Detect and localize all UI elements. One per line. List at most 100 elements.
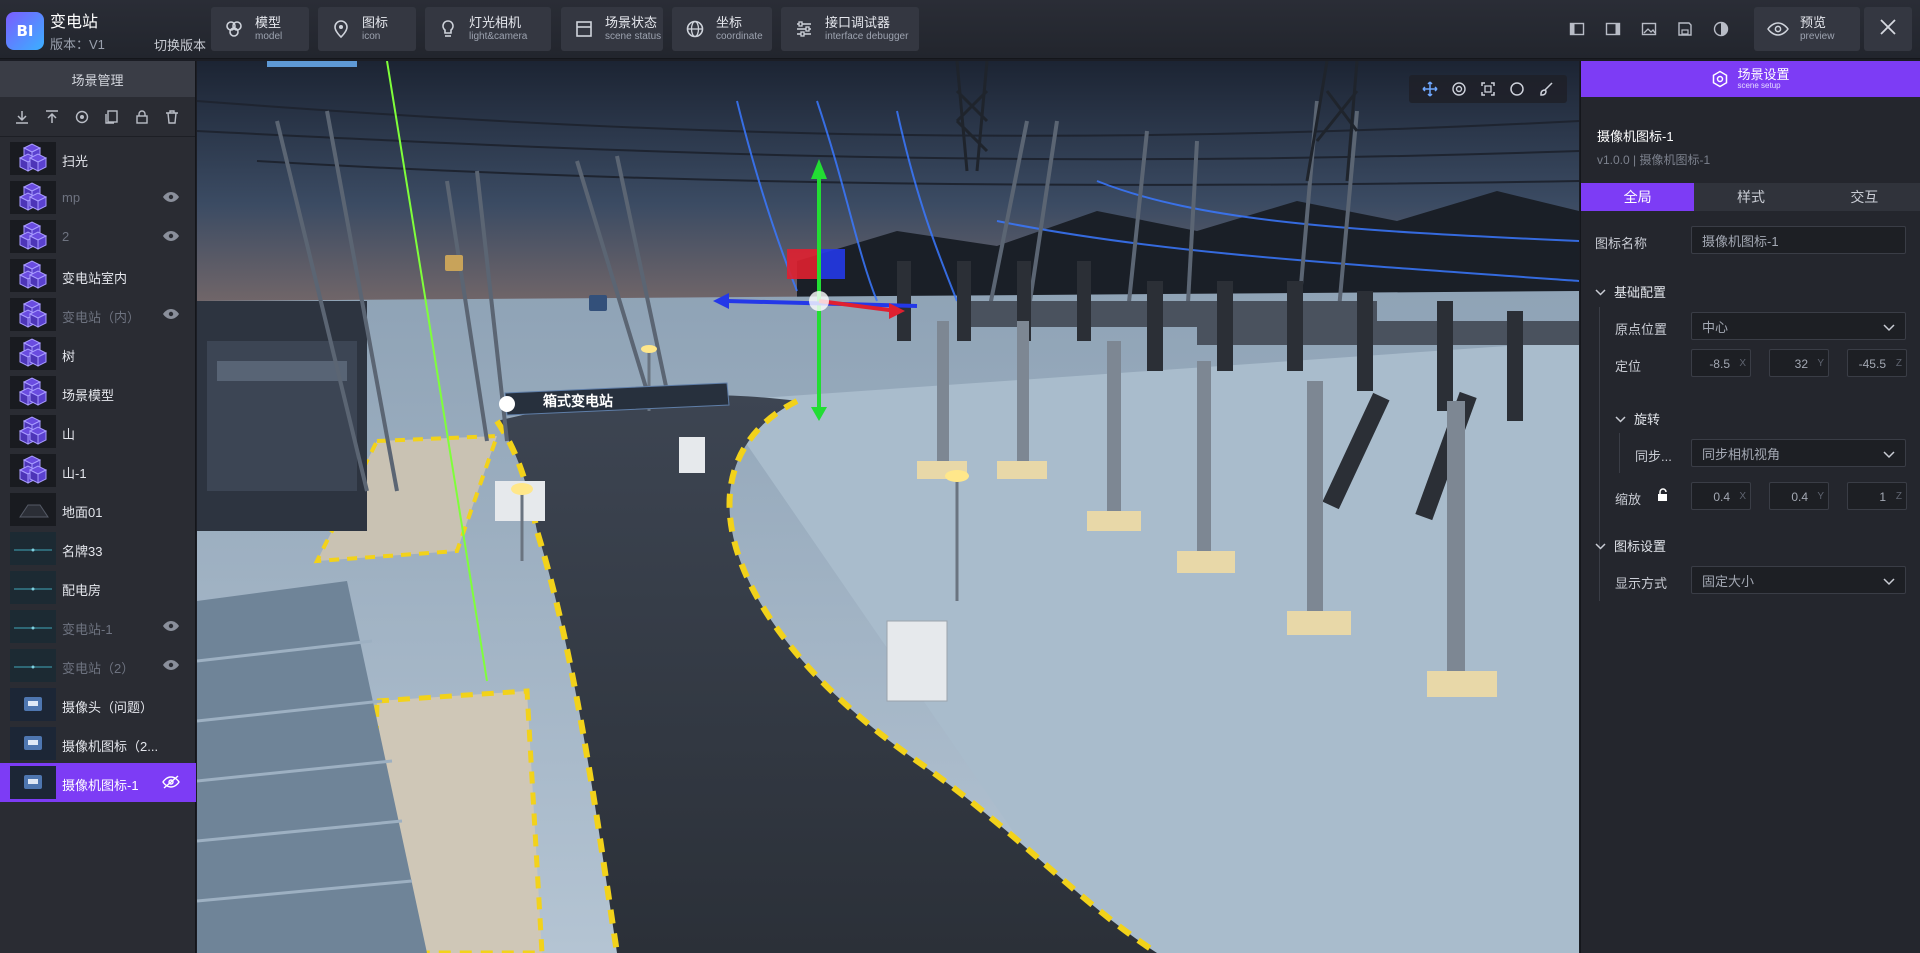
brush-icon[interactable] (1537, 80, 1555, 98)
tab-interaction[interactable]: 交互 (1808, 183, 1920, 211)
rotate-icon[interactable] (1450, 80, 1468, 98)
tab-style[interactable]: 样式 (1694, 183, 1807, 211)
locate-icon[interactable] (74, 109, 90, 125)
layer-name: 摄像机图标（2... (62, 739, 159, 754)
layer-thumbnail (10, 532, 56, 565)
axis-z-label: Z (1895, 491, 1902, 502)
model-icon (223, 18, 245, 40)
layer-item[interactable]: 地面01 (0, 490, 196, 529)
layer-item[interactable]: mp (0, 178, 196, 217)
layer-item[interactable]: 摄像机图标（2... (0, 724, 196, 763)
axis-y-label: Y (1817, 358, 1824, 369)
app-version: 版本：V1 (50, 37, 105, 52)
position-y-value: 32 (1794, 357, 1808, 371)
layer-name: 变电站（内） (62, 310, 141, 325)
close-button[interactable] (1864, 7, 1912, 51)
trash-icon[interactable] (164, 109, 180, 125)
layer-thumbnail (10, 337, 56, 370)
display-mode-select[interactable]: 固定大小 (1691, 566, 1906, 594)
eye-off-icon[interactable] (162, 775, 180, 789)
preview-sublabel: preview (1800, 30, 1835, 42)
layer-item[interactable]: 变电站室内 (0, 256, 196, 295)
tool-sublabel: scene status (605, 30, 662, 42)
layer-item[interactable]: 树 (0, 334, 196, 373)
layer-name: mp (62, 190, 81, 205)
tool-sublabel: light&camera (469, 30, 528, 42)
sync-select[interactable]: 同步相机视角 (1691, 439, 1906, 467)
layer-item[interactable]: 变电站（2） (0, 646, 196, 685)
layer-item[interactable]: 摄像机图标-1 (0, 763, 196, 802)
icon-settings-section[interactable]: 图标设置 (1595, 536, 1666, 555)
tool-interface-debugger-button[interactable]: 接口调试器 interface debugger (781, 7, 919, 51)
tool-light-camera-button[interactable]: 灯光相机 light&camera (425, 7, 551, 51)
save-icon[interactable] (1670, 14, 1700, 44)
settings-icon (1711, 70, 1729, 88)
scale-x-input[interactable]: 0.4 X (1691, 482, 1751, 510)
upload-icon[interactable] (44, 109, 60, 125)
image-icon[interactable] (1634, 14, 1664, 44)
unlock-icon[interactable] (1656, 488, 1670, 502)
tool-scene-status-button[interactable]: 场景状态 scene status (561, 7, 663, 51)
tool-model-button[interactable]: 模型 model (211, 7, 309, 51)
preview-button[interactable]: 预览 preview (1754, 7, 1860, 51)
box-substation-label-text: 箱式变电站 (543, 393, 613, 410)
lock-icon[interactable] (134, 109, 150, 125)
origin-select[interactable]: 中心 (1691, 312, 1906, 340)
property-tabs: 全局 样式 交互 (1581, 183, 1920, 211)
layer-name: 摄像头（问题） (62, 700, 154, 715)
icon-name-input[interactable]: 摄像机图标-1 (1691, 226, 1906, 254)
layer-name: 变电站室内 (62, 271, 128, 286)
tool-sublabel: coordinate (716, 30, 763, 42)
download-icon[interactable] (14, 109, 30, 125)
layer-item[interactable]: 场景模型 (0, 373, 196, 412)
move-icon[interactable] (1421, 80, 1439, 98)
copy-icon[interactable] (104, 109, 120, 125)
eye-icon[interactable] (162, 307, 180, 321)
eye-icon[interactable] (162, 658, 180, 672)
layer-item[interactable]: 变电站（内） (0, 295, 196, 334)
tool-sublabel: icon (362, 30, 381, 42)
layer-item[interactable]: 2 (0, 217, 196, 256)
layout-right-icon[interactable] (1598, 14, 1628, 44)
scale-icon[interactable] (1479, 80, 1497, 98)
layer-item[interactable]: 扫光 (0, 139, 196, 178)
layer-item[interactable]: 摄像头（问题） (0, 685, 196, 724)
layout-left-icon[interactable] (1562, 14, 1592, 44)
basic-config-section[interactable]: 基础配置 (1595, 282, 1666, 301)
position-y-input[interactable]: 32 Y (1769, 349, 1829, 377)
theme-icon[interactable] (1706, 14, 1736, 44)
layer-name: 山-1 (62, 466, 87, 481)
scene-manager-panel: 场景管理 扫光 mp 2 变电站室内 变电站（内） 树场景模型山山-1 地面01 名牌33 配电… (0, 61, 196, 953)
circle-icon[interactable] (1508, 80, 1526, 98)
rotation-section[interactable]: 旋转 (1615, 409, 1660, 428)
scene-setup-header: 场景设置 scene setup (1581, 61, 1920, 97)
layer-item[interactable]: 山-1 (0, 451, 196, 490)
layer-item[interactable]: 名牌33 (0, 529, 196, 568)
icon-settings-label: 图标设置 (1614, 539, 1667, 554)
layer-thumbnail (10, 493, 56, 526)
close-icon (1879, 18, 1897, 41)
tab-global[interactable]: 全局 (1581, 183, 1695, 211)
tool-coordinate-button[interactable]: 坐标 coordinate (672, 7, 772, 51)
eye-icon[interactable] (162, 190, 180, 204)
layer-item[interactable]: 配电房 (0, 568, 196, 607)
tool-label: 接口调试器 (825, 14, 891, 30)
scale-z-input[interactable]: 1Z (1847, 482, 1907, 510)
layer-name: 变电站（2） (62, 661, 135, 676)
layer-thumbnail (10, 415, 56, 448)
map-pin-icon (330, 18, 352, 40)
eye-icon[interactable] (162, 229, 180, 243)
position-x-input[interactable]: -8.5 X (1691, 349, 1751, 377)
scale-label: 缩放 (1615, 492, 1642, 507)
layer-item[interactable]: 变电站-1 (0, 607, 196, 646)
layer-item[interactable]: 山 (0, 412, 196, 451)
scale-y-input[interactable]: 0.4 Y (1769, 482, 1829, 510)
preview-label: 预览 (1800, 14, 1827, 30)
layer-thumbnail (10, 220, 56, 253)
position-label: 定位 (1615, 359, 1642, 374)
tool-icon-button[interactable]: 图标 icon (318, 7, 416, 51)
switch-version-link[interactable]: 切换版本 (154, 35, 206, 54)
eye-icon[interactable] (162, 619, 180, 633)
3d-viewport[interactable]: 箱式变电站 (197, 61, 1579, 953)
position-z-input[interactable]: -45.5 Z (1847, 349, 1907, 377)
